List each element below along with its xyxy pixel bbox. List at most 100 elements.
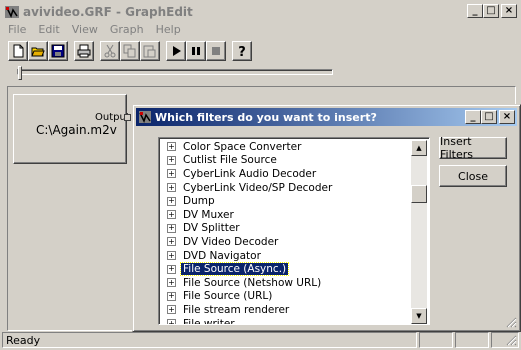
filter-tree-item-label: CyberLink Audio Decoder <box>183 167 317 180</box>
svg-text:?: ? <box>238 45 246 58</box>
open-icon <box>31 47 45 57</box>
seek-bar[interactable] <box>17 66 333 80</box>
filter-tree-item[interactable]: + DVD Navigator <box>161 249 414 263</box>
chevron-up-icon: ▲ <box>416 144 422 152</box>
expand-plus-icon[interactable]: + <box>167 142 176 152</box>
close-icon: × <box>502 111 512 122</box>
print-icon <box>77 44 91 58</box>
expand-plus-icon[interactable]: + <box>167 169 176 179</box>
open-button[interactable] <box>28 41 48 61</box>
filter-tree-item[interactable]: + DV Video Decoder <box>161 235 414 249</box>
menu-help[interactable]: Help <box>150 21 187 38</box>
dialog-resize-grip-icon[interactable] <box>505 316 517 328</box>
filter-tree-item-label: Cutlist File Source <box>183 154 277 167</box>
menu-graph[interactable]: Graph <box>104 21 150 38</box>
filter-tree-item[interactable]: + CyberLink Audio Decoder <box>161 167 414 181</box>
maximize-icon: □ <box>484 111 494 122</box>
expand-plus-icon[interactable]: + <box>167 196 176 206</box>
toolbar: ? <box>8 40 252 62</box>
filter-tree-item-label: CyberLink Video/SP Decoder <box>183 181 333 194</box>
filter-tree-scrollbar[interactable]: ▲ ▼ <box>411 140 427 324</box>
filter-tree-item-label: File writer <box>183 317 235 325</box>
filter-tree-item[interactable]: + File Source (URL) <box>161 290 414 304</box>
expand-plus-icon[interactable]: + <box>167 155 176 165</box>
filter-tree-item[interactable]: + Dump <box>161 194 414 208</box>
play-button[interactable] <box>166 41 186 61</box>
dialog-title: Which filters do you want to insert? <box>155 110 377 124</box>
save-icon <box>51 44 65 58</box>
filter-tree-item[interactable]: + Cutlist File Source <box>161 154 414 168</box>
print-button[interactable] <box>74 41 94 61</box>
dialog-minimize-button[interactable]: _ <box>465 110 481 124</box>
menu-view[interactable]: View <box>66 21 104 38</box>
minimize-icon: _ <box>470 111 476 122</box>
filter-node[interactable]: C:\Again.m2v <box>13 94 127 164</box>
filter-tree-item-label: File stream renderer <box>183 303 290 316</box>
copy-icon <box>123 44 136 58</box>
menu-file[interactable]: File <box>2 21 32 38</box>
filter-tree-item-label: Dump <box>183 195 215 208</box>
new-button[interactable] <box>8 41 28 61</box>
seek-thumb[interactable] <box>18 66 22 80</box>
expand-plus-icon[interactable]: + <box>167 223 176 233</box>
paste-button[interactable] <box>140 41 160 61</box>
scroll-thumb[interactable] <box>411 185 427 203</box>
expand-plus-icon[interactable]: + <box>167 264 176 274</box>
filter-tree-item-label: DV Splitter <box>183 222 240 235</box>
filter-tree-item-label: DV Video Decoder <box>183 235 279 248</box>
help-button[interactable]: ? <box>232 41 252 61</box>
filter-tree-item[interactable]: + DV Splitter <box>161 222 414 236</box>
filter-tree-item-label: DV Muxer <box>183 208 234 221</box>
resize-grip-icon[interactable] <box>505 334 517 346</box>
output-pin[interactable] <box>124 114 131 121</box>
expand-plus-icon[interactable]: + <box>167 210 176 220</box>
filter-tree-item[interactable]: + File Source (Netshow URL) <box>161 276 414 290</box>
filter-node-name: C:\Again.m2v <box>36 123 117 137</box>
dialog-maximize-button[interactable]: □ <box>481 110 497 124</box>
filter-tree-item[interactable]: + File stream renderer <box>161 303 414 317</box>
pause-button[interactable] <box>186 41 206 61</box>
insert-filters-button[interactable]: Insert Filters <box>439 135 507 161</box>
status-panel-4 <box>491 332 519 348</box>
status-bar: Ready <box>2 332 519 348</box>
dialog-close-button[interactable]: × <box>499 110 515 124</box>
filter-tree-item[interactable]: + File writer <box>161 317 414 325</box>
scroll-up-button[interactable]: ▲ <box>411 140 427 156</box>
expand-plus-icon[interactable]: + <box>167 237 176 247</box>
filter-tree-item[interactable]: + Color Space Converter <box>161 140 414 154</box>
filter-tree-item[interactable]: + DV Muxer <box>161 208 414 222</box>
expand-plus-icon[interactable]: + <box>167 251 176 261</box>
filter-tree-item-label: DVD Navigator <box>183 249 261 262</box>
help-icon: ? <box>238 45 246 58</box>
filter-tree-item-label: File Source (Async.) <box>179 262 290 277</box>
expand-plus-icon[interactable]: + <box>167 278 176 288</box>
expand-plus-icon[interactable]: + <box>167 319 176 324</box>
cut-button[interactable] <box>100 41 120 61</box>
filter-tree-item-label: File Source (Netshow URL) <box>183 276 322 289</box>
menu-edit[interactable]: Edit <box>32 21 65 38</box>
expand-plus-icon[interactable]: + <box>167 305 176 315</box>
minimize-button[interactable]: _ <box>467 4 483 18</box>
scroll-down-button[interactable]: ▼ <box>411 308 427 324</box>
filter-tree[interactable]: + Color Space Converter + Cutlist File Sour… <box>158 137 430 325</box>
close-icon: × <box>504 5 514 16</box>
title-bar[interactable]: avivideo.GRF - GraphEdit _ □ × <box>2 2 519 21</box>
dialog-app-icon <box>139 111 151 123</box>
chevron-down-icon: ▼ <box>416 312 422 320</box>
play-icon <box>173 46 181 56</box>
dialog-title-bar[interactable]: Which filters do you want to insert? _ □… <box>136 108 517 126</box>
expand-plus-icon[interactable]: + <box>167 183 176 193</box>
copy-button[interactable] <box>120 41 140 61</box>
close-dialog-button[interactable]: Close <box>439 165 507 187</box>
filter-tree-item[interactable]: + File Source (Async.) <box>161 262 414 277</box>
expand-plus-icon[interactable]: + <box>167 291 176 301</box>
filter-tree-item-label: File Source (URL) <box>183 290 273 303</box>
maximize-button[interactable]: □ <box>483 4 499 18</box>
stop-button[interactable] <box>206 41 226 61</box>
status-text: Ready <box>2 332 417 348</box>
filter-tree-item[interactable]: + CyberLink Video/SP Decoder <box>161 181 414 195</box>
maximize-icon: □ <box>486 5 496 16</box>
window-title: avivideo.GRF - GraphEdit <box>23 4 193 19</box>
close-button[interactable]: × <box>501 4 517 18</box>
save-button[interactable] <box>48 41 68 61</box>
